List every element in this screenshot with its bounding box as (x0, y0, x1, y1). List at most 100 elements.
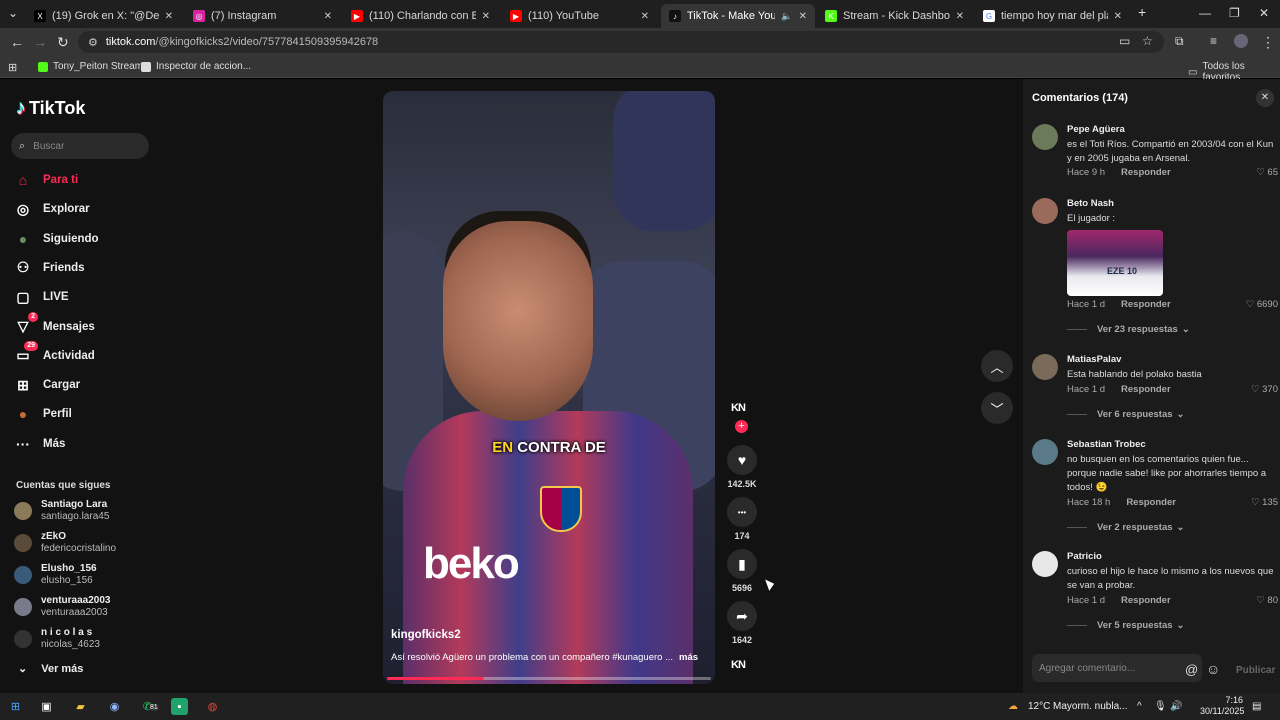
video-action[interactable]: ♥ 142.5K (726, 445, 758, 489)
clock-date[interactable]: 30/11/2025 (1200, 706, 1244, 716)
avatar[interactable] (1032, 198, 1058, 224)
comment-input[interactable]: Agregar comentario... (1032, 654, 1202, 682)
chrome-icon[interactable]: ◍ (204, 698, 221, 715)
address-bar[interactable]: ⚙ tiktok.com/@kingofkicks2/video/7577841… (78, 31, 1164, 53)
bookmark-item[interactable]: Tony_Peiton Stream... (38, 61, 151, 72)
weather-desc[interactable]: Mayorm. nubla... (1053, 701, 1127, 712)
search-input[interactable]: ⌕ Buscar (11, 133, 149, 159)
site-info-icon[interactable]: ⚙ (88, 36, 98, 49)
video-author[interactable]: kingofkicks2 (391, 629, 461, 641)
weather-temp[interactable]: 12°C (1028, 701, 1050, 712)
comment-user[interactable]: Pepe Agüera (1067, 124, 1125, 135)
like-button[interactable]: ♡ 370 (1251, 384, 1278, 395)
comment-image[interactable]: EZE 10 (1067, 230, 1163, 296)
minimize-icon[interactable]: — (1199, 6, 1211, 20)
task-view-icon[interactable]: ▣ (38, 698, 55, 715)
share-icon[interactable]: ➦ (727, 601, 757, 631)
view-replies-button[interactable]: Ver 2 respuestas ⌄ (1067, 522, 1185, 533)
media-control-icon[interactable]: ≡ (1210, 34, 1217, 48)
followed-account[interactable]: Elusho_156 elusho_156 (14, 563, 97, 587)
video-action[interactable]: ➦ 1642 (726, 601, 758, 645)
tab-close-icon[interactable]: ✕ (799, 11, 807, 22)
view-replies-button[interactable]: Ver 23 respuestas ⌄ (1067, 324, 1190, 335)
emoji-icon[interactable]: ☺ (1206, 661, 1220, 677)
tab-close-icon[interactable]: ✕ (956, 11, 964, 22)
music-disc-icon[interactable]: K​N (731, 659, 746, 671)
nav-item[interactable]: ● Perfil (14, 405, 72, 423)
window-close-icon[interactable]: ✕ (1259, 6, 1269, 20)
tab-close-icon[interactable]: ✕ (165, 11, 173, 22)
new-tab-icon[interactable]: + (1138, 4, 1146, 20)
nav-item[interactable]: ● Siguiendo (14, 230, 99, 248)
like-button[interactable]: ♡ 80 (1256, 595, 1278, 606)
reply-button[interactable]: Responder (1121, 299, 1171, 310)
browser-tab[interactable]: ◎ (7) Instagram ✕ (185, 4, 340, 28)
whatsapp-icon[interactable]: ✆ 81 (139, 698, 159, 715)
back-icon[interactable]: ← (10, 34, 24, 50)
video-action[interactable]: ▮ 5696 (726, 549, 758, 593)
clock-time[interactable]: 7:16 (1213, 695, 1243, 705)
reload-icon[interactable]: ↻ (57, 34, 69, 51)
next-video-button[interactable]: ﹀ (981, 392, 1013, 424)
volume-icon[interactable]: 🔊 (1170, 701, 1182, 712)
steam-icon[interactable]: ◉ (106, 698, 123, 715)
view-replies-button[interactable]: Ver 5 respuestas ⌄ (1067, 620, 1185, 631)
reply-button[interactable]: Responder (1121, 384, 1171, 395)
bookmark-star-icon[interactable]: ☆ (1142, 34, 1153, 48)
follow-plus-icon[interactable]: + (735, 420, 748, 433)
video-player[interactable]: beko EN CONTRA DE kingofkicks2 Así resol… (383, 91, 715, 684)
forward-icon[interactable]: → (33, 34, 47, 50)
close-icon[interactable]: ✕ (1256, 89, 1274, 107)
nav-item[interactable]: ▢ LIVE (14, 288, 68, 306)
like-button[interactable]: ♡ 65 (1256, 167, 1278, 178)
browser-tab[interactable]: ▶ (110) Charlando con Bizarrap y ✕ (343, 4, 498, 28)
tray-chevron-icon[interactable]: ^ (1137, 701, 1142, 712)
notifications-icon[interactable]: ▤ (1252, 701, 1261, 712)
nav-item[interactable]: ··· Más (14, 435, 65, 453)
maximize-icon[interactable]: ❐ (1229, 6, 1240, 20)
tab-search-icon[interactable]: ⌄ (8, 6, 18, 20)
app-icon[interactable]: ▪ (171, 698, 188, 715)
tab-close-icon[interactable]: ✕ (641, 11, 649, 22)
reply-button[interactable]: Responder (1121, 167, 1171, 178)
microphone-icon[interactable]: 🎙 (1154, 701, 1167, 712)
creator-avatar[interactable]: K​N (731, 402, 746, 414)
browser-tab[interactable]: ▶ (110) YouTube ✕ (502, 4, 657, 28)
nav-item[interactable]: ▽ 2 Mensajes (14, 311, 95, 336)
apps-grid-icon[interactable]: ⊞ (8, 61, 17, 74)
like-button[interactable]: ♡ 6690 (1246, 299, 1278, 310)
video-action[interactable]: ••• 174 (726, 497, 758, 541)
tiktok-logo[interactable]: ♪ TikTok (16, 97, 85, 120)
reply-button[interactable]: Responder (1126, 497, 1176, 508)
previous-video-button[interactable]: ︿ (981, 350, 1013, 382)
tab-close-icon[interactable]: ✕ (1114, 11, 1122, 22)
avatar[interactable] (1032, 551, 1058, 577)
video-progress-bar[interactable] (387, 677, 711, 680)
browser-tab[interactable]: X (19) Grok en X: "@DesertMend ✕ (26, 4, 181, 28)
avatar[interactable] (1032, 124, 1058, 150)
more-link[interactable]: más (679, 652, 698, 663)
nav-item[interactable]: ⚇ Friends (14, 259, 85, 277)
comment-user[interactable]: Sebastian Trobec (1067, 439, 1146, 450)
extensions-icon[interactable]: ⧉ (1175, 34, 1184, 49)
followed-account[interactable]: venturaaa2003 venturaaa2003 (14, 595, 111, 619)
bookmark-item[interactable]: Inspector de accion... (141, 61, 251, 72)
tab-close-icon[interactable]: ✕ (482, 11, 490, 22)
bookmark-icon[interactable]: ▮ (727, 549, 757, 579)
browser-tab[interactable]: Gtiempo hoy mar del plata - Bus ✕ (975, 4, 1130, 28)
avatar[interactable] (1032, 439, 1058, 465)
nav-item[interactable]: ▭ 29 Actividad (14, 340, 95, 365)
browser-tab[interactable]: ♪ TikTok - Make Your Day 🔈 ✕ (661, 4, 815, 28)
comment-icon[interactable]: ••• (727, 497, 757, 527)
mention-icon[interactable]: @ (1185, 662, 1198, 677)
tab-audio-icon[interactable]: 🔈 (781, 11, 792, 22)
nav-item[interactable]: ⌂ Para ti (14, 171, 78, 189)
avatar[interactable] (1032, 354, 1058, 380)
nav-item[interactable]: ⊞ Cargar (14, 376, 80, 394)
cast-icon[interactable]: ▭ (1119, 34, 1130, 48)
followed-account[interactable]: zEkO federicocristalino (14, 531, 116, 555)
followed-account[interactable]: Santiago Lara santiago.lara45 (14, 499, 109, 523)
reply-button[interactable]: Responder (1121, 595, 1171, 606)
followed-account[interactable]: n i c o l a s nicolas_4623 (14, 627, 100, 651)
weather-icon[interactable]: ☁ (1008, 701, 1018, 712)
